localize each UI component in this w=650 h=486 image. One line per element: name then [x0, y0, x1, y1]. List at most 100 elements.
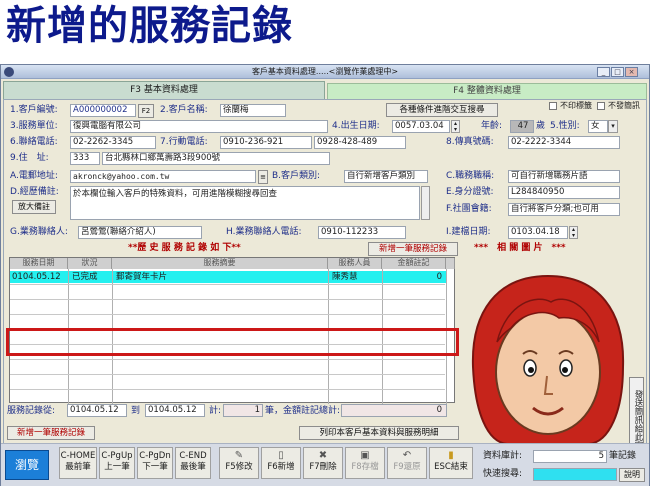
no-label-checkbox[interactable]: [549, 102, 557, 110]
last-record-key: C-END: [179, 451, 207, 461]
address-field[interactable]: 台北縣林口鄉萬壽路3段900號: [102, 152, 330, 165]
label-amount-total: 筆，金額註記總計:: [265, 406, 341, 416]
column-header-staff[interactable]: 服務人員: [328, 258, 382, 269]
f2-button[interactable]: F2: [138, 104, 154, 118]
contact-phone-field[interactable]: 0910-112233: [318, 226, 406, 239]
close-icon[interactable]: ×: [625, 67, 638, 77]
next-record-key: C-PgDn: [139, 451, 171, 461]
birth-date-field[interactable]: 0057.03.04: [392, 120, 450, 133]
label-mobile: 7.行動電話:: [160, 137, 208, 147]
customer-no-field[interactable]: A000000002: [70, 104, 136, 117]
new-record-highlight: [6, 328, 459, 356]
advanced-search-button[interactable]: 各種條件進階交互搜尋: [386, 103, 498, 117]
next-record-button[interactable]: C-PgDn 下一筆: [137, 447, 173, 479]
range-from-field[interactable]: 0104.05.12: [67, 404, 127, 417]
label-count: 計:: [209, 406, 222, 416]
add-service-record-button[interactable]: 新增一筆服務記錄: [368, 242, 458, 256]
first-record-key: C-HOME: [60, 451, 96, 461]
restore-button[interactable]: ↶ F9還原: [387, 447, 427, 479]
cell-amount: 0: [436, 272, 442, 282]
label-record-range: 服務記錄從:: [7, 406, 56, 416]
history-heading: **歷 史 服 務 記 錄 如 下**: [128, 243, 241, 253]
help-button[interactable]: 說明: [619, 468, 645, 482]
quick-search-input[interactable]: [533, 468, 617, 481]
label-quick-search: 快速搜尋:: [483, 469, 523, 479]
tab-basic-data[interactable]: F3 基本資料處理: [3, 81, 325, 99]
label-customer-no: 1.客戶編號:: [10, 105, 58, 115]
gender-select[interactable]: 女: [588, 120, 608, 133]
add-label: F6新增: [267, 462, 295, 472]
tab-overall-data[interactable]: F4 整體資料處理: [327, 83, 647, 99]
first-record-button[interactable]: C-HOME 最前筆: [59, 447, 97, 479]
id-field[interactable]: L284840950: [508, 186, 620, 199]
created-field[interactable]: 0103.04.18: [508, 226, 568, 239]
phone-field[interactable]: 02-2262-3345: [70, 136, 156, 149]
label-category: B.客戶類別:: [272, 171, 321, 181]
delete-button[interactable]: ✖ F7刪除: [303, 447, 343, 479]
browse-mode-button[interactable]: 瀏覽: [5, 450, 49, 480]
cell-date: 0104.05.12: [12, 272, 61, 282]
created-spinner-icon[interactable]: ▴ ▾: [569, 226, 578, 239]
db-total-field: 5: [533, 450, 607, 463]
label-customer-name: 2.客戶名稱:: [160, 105, 208, 115]
job-field[interactable]: 可自行新增職務片語: [508, 170, 620, 183]
label-birth-date: 4.出生日期:: [332, 121, 380, 131]
prev-record-key: C-PgUp: [101, 451, 133, 461]
bottom-toolbar: 瀏覽 C-HOME 最前筆 C-PgUp 上一筆 C-PgDn 下一筆 C-END 最後…: [1, 443, 649, 486]
age-field: 47: [510, 120, 534, 133]
age-unit: 歲: [536, 121, 546, 131]
social-field[interactable]: 自行將客戶分類;也可用: [508, 203, 620, 216]
prev-record-button[interactable]: C-PgUp 上一筆: [99, 447, 135, 479]
column-header-status[interactable]: 狀況: [68, 258, 112, 269]
range-to-field[interactable]: 0104.05.12: [145, 404, 205, 417]
column-header-amount[interactable]: 金額註記: [382, 258, 446, 269]
amount-total-field: 0: [341, 404, 447, 417]
record-count-field: 1: [223, 404, 263, 417]
label-db-total: 資料庫計:: [483, 451, 523, 461]
exit-door-icon: ▮: [448, 450, 454, 461]
exit-label: ESC結束: [434, 462, 468, 472]
mobile2-field[interactable]: 0928-428-489: [314, 136, 406, 149]
notes-scrollbar[interactable]: [421, 186, 430, 220]
minimize-icon[interactable]: _: [597, 67, 610, 77]
title-bar: 客戶基本資料處理.....<瀏覽作業處理中> _ □ ×: [1, 65, 649, 79]
save-button[interactable]: ▣ F8存檔: [345, 447, 385, 479]
fax-field[interactable]: 02-2222-3344: [508, 136, 620, 149]
last-record-button[interactable]: C-END 最後筆: [175, 447, 211, 479]
photo-heading: *** 相 關 圖 片 ***: [474, 243, 566, 253]
maximize-icon[interactable]: □: [611, 67, 624, 77]
add-button[interactable]: ▯ F6新增: [261, 447, 301, 479]
mobile-field[interactable]: 0910-236-921: [220, 136, 312, 149]
zip-field[interactable]: 333: [70, 152, 100, 165]
birth-spinner-icon[interactable]: ▴ ▾: [451, 120, 460, 133]
label-address: 9.住 址:: [10, 153, 49, 163]
column-header-summary[interactable]: 服務摘要: [112, 258, 328, 269]
email-icon[interactable]: ≡: [258, 170, 268, 184]
edit-icon: ✎: [234, 450, 244, 461]
prev-record-label: 上一筆: [104, 462, 130, 472]
label-social: F.社團會籍:: [446, 204, 492, 214]
column-header-date[interactable]: 服務日期: [10, 258, 68, 269]
no-sms-checkbox[interactable]: [597, 102, 605, 110]
label-created: I.建檔日期:: [446, 227, 491, 237]
edit-label: F5修改: [225, 462, 253, 472]
email-field[interactable]: akronck@yahoo.com.tw: [70, 170, 256, 183]
chevron-down-icon[interactable]: ▾: [608, 120, 618, 133]
db-total-unit: 筆記錄: [609, 451, 637, 461]
first-record-label: 最前筆: [65, 462, 91, 472]
customer-name-field[interactable]: 徐蘭梅: [220, 104, 286, 117]
page-banner-title: 新增的服務記錄: [6, 2, 293, 49]
label-age: 年齡:: [481, 121, 503, 131]
enlarge-notes-button[interactable]: 放大備註: [12, 200, 56, 214]
app-window: 客戶基本資料處理.....<瀏覽作業處理中> _ □ × F3 基本資料處理 F…: [0, 64, 650, 486]
add-service-record-button-2[interactable]: 新增一筆服務記錄: [7, 426, 95, 440]
notes-textarea[interactable]: 於本欄位輸入客戶的特殊資料，可用進階模糊搜尋回查: [70, 186, 420, 220]
label-fax: 8.傳真號碼:: [446, 137, 494, 147]
print-customer-button[interactable]: 列印本客戶基本資料與服務明細: [299, 426, 459, 440]
category-field[interactable]: 自行新增客戶類別: [344, 170, 428, 183]
edit-button[interactable]: ✎ F5修改: [219, 447, 259, 479]
service-unit-field[interactable]: 復興電腦有限公司: [70, 120, 328, 133]
contact-field[interactable]: 呂鶯鶯(聯絡介紹人): [78, 226, 202, 239]
label-email: A.電郵地址:: [10, 171, 58, 181]
exit-button[interactable]: ▮ ESC結束: [429, 447, 473, 479]
